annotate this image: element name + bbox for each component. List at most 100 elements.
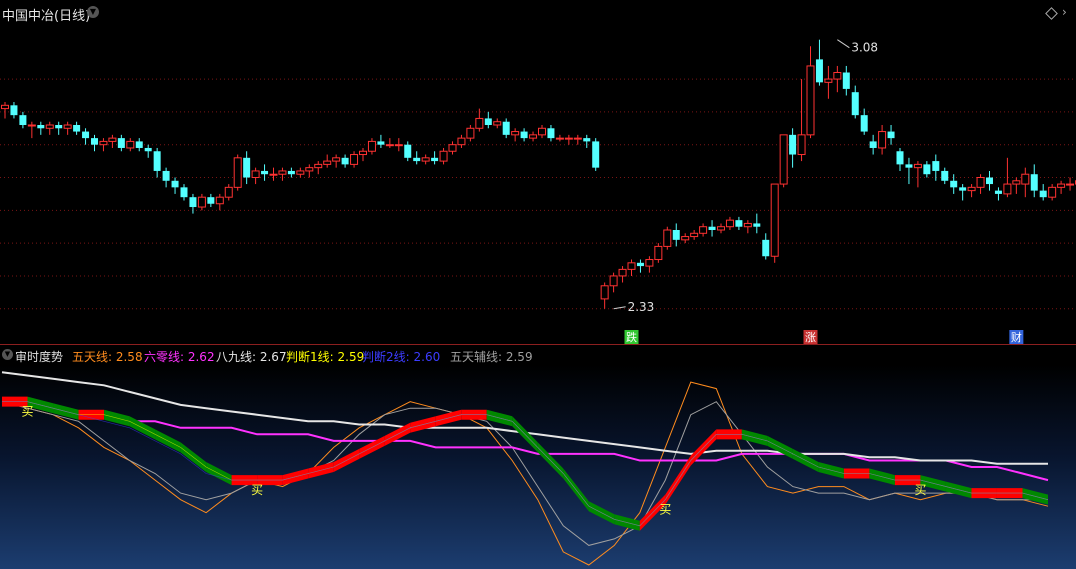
- candle: [511, 128, 520, 142]
- candle-body: [913, 163, 922, 169]
- candlestick-chart[interactable]: 3.08 2.33 跌 涨 财: [0, 0, 1076, 345]
- candle: [91, 134, 98, 152]
- candle-body: [735, 220, 743, 227]
- candle: [699, 223, 708, 237]
- series-line: [2, 401, 1049, 527]
- candle-body: [233, 157, 242, 188]
- candle: [735, 216, 743, 230]
- candle-body: [905, 164, 913, 168]
- candle-body: [37, 125, 45, 129]
- candle-body: [296, 170, 305, 175]
- candle-body: [493, 121, 502, 126]
- candle-body: [189, 197, 197, 208]
- candle-body: [592, 141, 600, 168]
- candle-body: [431, 157, 439, 162]
- candle: [233, 154, 242, 191]
- candle: [82, 128, 90, 145]
- candle: [1, 102, 9, 119]
- candle-body: [180, 187, 188, 198]
- candle-body: [207, 197, 215, 204]
- candle-body: [457, 137, 466, 146]
- candle: [1012, 177, 1021, 194]
- candle-body: [699, 226, 708, 234]
- candle: [762, 233, 770, 260]
- candle: [448, 141, 457, 155]
- candle-body: [404, 144, 412, 158]
- candle: [431, 151, 439, 165]
- candle-body: [842, 72, 850, 89]
- candle: [278, 167, 287, 181]
- candle: [654, 243, 663, 263]
- candle: [824, 65, 833, 99]
- candle-body: [341, 157, 349, 165]
- candle-body: [538, 127, 546, 136]
- candle: [636, 259, 644, 273]
- candle-body: [27, 124, 36, 127]
- candle-body: [959, 187, 967, 191]
- event-marker-label: 涨: [805, 331, 816, 344]
- candle-body: [1, 104, 9, 110]
- candle: [672, 223, 680, 247]
- candle-body: [564, 137, 573, 140]
- indicator-chart[interactable]: 买买买买: [0, 365, 1076, 569]
- candle-body: [73, 125, 81, 132]
- legend-item: 六零线: 2.62: [144, 350, 215, 364]
- candle-body: [323, 160, 332, 165]
- annotation-arrow: [837, 39, 850, 49]
- candle-body: [986, 177, 993, 185]
- candle: [833, 65, 842, 93]
- candle-body: [815, 59, 823, 83]
- candle: [180, 184, 188, 201]
- candle-body: [743, 222, 752, 228]
- candle-body: [117, 138, 125, 148]
- candle: [99, 138, 108, 152]
- candle-body: [153, 151, 161, 171]
- candle: [27, 121, 36, 139]
- candle: [63, 121, 72, 135]
- candle-body: [466, 127, 475, 139]
- candle-body: [350, 154, 359, 165]
- candle-body: [1030, 174, 1038, 191]
- event-marker: 跌: [624, 330, 639, 344]
- candle: [708, 220, 716, 237]
- candle: [564, 134, 573, 145]
- candle-body: [251, 170, 260, 178]
- candle-body: [645, 259, 654, 267]
- candle-body: [367, 140, 376, 152]
- candle: [439, 147, 448, 165]
- candle: [55, 121, 63, 135]
- candle: [404, 141, 412, 162]
- candle: [851, 85, 859, 119]
- candle: [144, 144, 152, 158]
- candle: [394, 138, 403, 152]
- candle-body: [762, 239, 770, 257]
- candle-body: [896, 151, 904, 165]
- candle-body: [672, 230, 680, 240]
- candle-body: [547, 128, 555, 139]
- candle-body: [224, 186, 233, 198]
- candle: [1057, 180, 1066, 194]
- candle-body: [887, 131, 895, 139]
- candle-body: [520, 131, 528, 139]
- candle: [797, 79, 806, 162]
- candle-body: [1039, 190, 1047, 198]
- candle: [502, 118, 510, 139]
- candle: [296, 167, 305, 178]
- candle: [126, 138, 135, 152]
- candle: [618, 266, 627, 283]
- candle-body: [439, 150, 448, 162]
- candle: [37, 121, 45, 135]
- candle: [681, 233, 690, 244]
- candle-body: [789, 134, 797, 155]
- candle: [287, 167, 295, 178]
- candle: [1039, 184, 1047, 201]
- candle: [45, 121, 54, 135]
- candle: [251, 167, 260, 185]
- candle: [645, 256, 654, 273]
- candle: [878, 125, 887, 155]
- candle: [555, 134, 564, 142]
- chevron-down-icon[interactable]: ▼: [2, 349, 13, 360]
- candle-body: [215, 196, 224, 205]
- candle: [457, 134, 466, 148]
- candle: [573, 134, 582, 145]
